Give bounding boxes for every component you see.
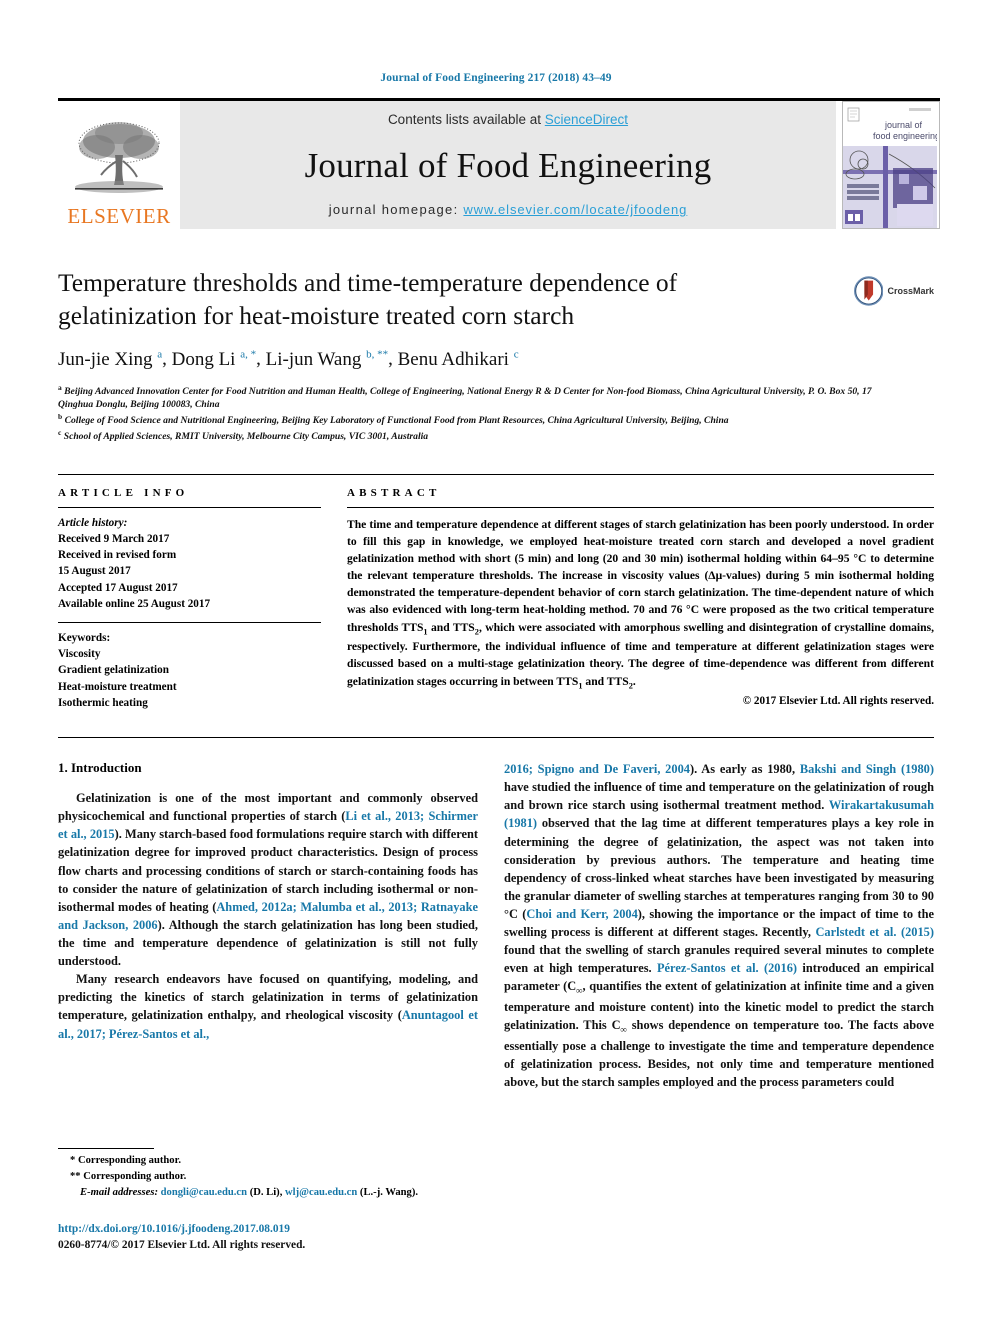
affiliation-mark: c [58,427,62,437]
corresponding-author-2: ** Corresponding author. [70,1170,187,1182]
paragraph: 2016; Spigno and De Faveri, 2004). As ea… [504,762,935,1089]
journal-title: Journal of Food Engineering [304,146,712,185]
author-name: Benu Adhikari [397,348,509,370]
sciencedirect-link[interactable]: ScienceDirect [545,112,628,127]
author-mark: c [513,348,519,361]
email-owner-2: (L.-j. Wang). [359,1186,418,1198]
article-info-heading: ARTICLE INFO [58,486,189,499]
author-entry: Jun-jie Xing a [58,348,163,370]
journal-masthead: ELSEVIER Contents lists available at Sci… [58,98,940,229]
affiliation-mark: b [58,411,63,421]
keywords-label: Keywords: [58,631,111,644]
affiliation-text: College of Food Science and Nutritional … [64,415,729,427]
history-item: 15 August 2017 [58,565,131,578]
body-columns: 1. Introduction Gelatinization is one of… [58,737,934,1091]
author-mark: b, ** [366,348,389,361]
email-label: E-mail addresses: [80,1186,158,1198]
journal-cover-thumbnail[interactable]: journal of food engineering [842,101,940,229]
paper-page: Journal of Food Engineering 217 (2018) 4… [0,0,992,1323]
email-addresses-line: E-mail addresses: dongli@cau.edu.cn (D. … [80,1185,478,1201]
affiliation-text: Beijing Advanced Innovation Center for F… [58,385,872,411]
article-history-group: Article history: Received 9 March 2017 R… [58,508,321,622]
elsevier-wordmark: ELSEVIER [67,204,171,228]
email-link-lijun-wang[interactable]: wlj@cau.edu.cn [285,1187,357,1198]
keyword-item: Viscosity [58,648,101,661]
email-owner-1: (D. Li), [249,1186,283,1198]
doi-block: http://dx.doi.org/10.1016/j.jfoodeng.201… [58,1221,478,1254]
email-link-dong-li[interactable]: dongli@cau.edu.cn [161,1187,247,1198]
affiliation-list: a Beijing Advanced Innovation Center for… [58,383,878,444]
journal-homepage-line: journal homepage: www.elsevier.com/locat… [329,202,688,217]
doi-link[interactable]: http://dx.doi.org/10.1016/j.jfoodeng.201… [58,1221,478,1238]
affiliation-text: School of Applied Sciences, RMIT Univers… [63,430,429,442]
affiliation-item: a Beijing Advanced Innovation Center for… [58,383,878,412]
affiliation-mark: a [58,382,62,392]
author-list: Jun-jie Xing a, Dong Li a, *, Li-jun Wan… [58,348,519,370]
section-heading-introduction: 1. Introduction [58,760,142,776]
keyword-item: Gradient gelatinization [58,664,169,677]
elsevier-logo: ELSEVIER [58,101,180,229]
author-entry: Dong Li a, * [171,348,257,370]
footnote-block: * Corresponding author. ** Corresponding… [58,1148,478,1254]
svg-text:journal of: journal of [884,120,923,130]
elsevier-tree-icon [75,122,163,193]
article-info-column: ARTICLE INFO Article history: Received 9… [58,475,347,712]
history-item: Received 9 March 2017 [58,532,170,545]
author-entry: Benu Adhikari c [397,348,519,370]
history-item: Available online 25 August 2017 [58,597,211,610]
page-title: Temperature thresholds and time-temperat… [58,268,678,330]
issn-copyright-line: 0260-8774/© 2017 Elsevier Ltd. All right… [58,1239,306,1252]
author-name: Li-jun Wang [265,348,362,370]
history-item: Received in revised form [58,549,177,562]
keywords-group: Keywords: Viscosity Gradient gelatinizat… [58,623,321,711]
keyword-item: Isothermic heating [58,696,148,709]
history-item: Accepted 17 August 2017 [58,581,178,594]
crossmark-icon [854,276,884,306]
author-entry: Li-jun Wang b, ** [265,348,389,370]
svg-text:food engineering: food engineering [873,131,937,141]
author-name: Dong Li [171,348,236,370]
footnote-divider [58,1148,154,1149]
homepage-prefix: journal homepage: [328,202,464,217]
paragraph: Gelatinization is one of the most import… [58,791,479,969]
paragraph: Many research endeavors have focused on … [58,972,478,1041]
affiliation-item: c School of Applied Sciences, RMIT Unive… [58,428,878,444]
masthead-center: Contents lists available at ScienceDirec… [180,101,836,229]
journal-cover-art: journal of food engineering [843,102,939,228]
abstract-heading: ABSTRACT [347,486,441,499]
body-column-right: 2016; Spigno and De Faveri, 2004). As ea… [504,760,934,1091]
abstract-text: The time and temperature dependence at d… [347,517,934,690]
author-mark: a [157,348,163,361]
body-column-left: 1. Introduction Gelatinization is one of… [58,760,478,1091]
contents-available-line: Contents lists available at ScienceDirec… [388,112,628,127]
abstract-column: ABSTRACT The time and temperature depend… [347,475,934,712]
corresponding-author-1: * Corresponding author. [70,1155,181,1166]
crossmark-label: CrossMark [887,286,934,296]
journal-homepage-link[interactable]: www.elsevier.com/locate/jfoodeng [463,202,687,217]
keyword-item: Heat-moisture treatment [58,680,177,693]
author-name: Jun-jie Xing [58,348,153,370]
title-block: CrossMark Temperature thresholds and tim… [58,267,934,444]
crossmark-badge[interactable]: CrossMark [854,269,934,313]
abstract-copyright: © 2017 Elsevier Ltd. All rights reserved… [742,695,934,708]
running-head: Journal of Food Engineering 217 (2018) 4… [380,72,612,84]
contents-prefix: Contents lists available at [387,112,545,127]
affiliation-item: b College of Food Science and Nutritiona… [58,412,878,428]
author-mark: a, * [240,348,257,361]
info-abstract-region: ARTICLE INFO Article history: Received 9… [58,473,934,712]
article-history-label: Article history: [58,516,128,529]
